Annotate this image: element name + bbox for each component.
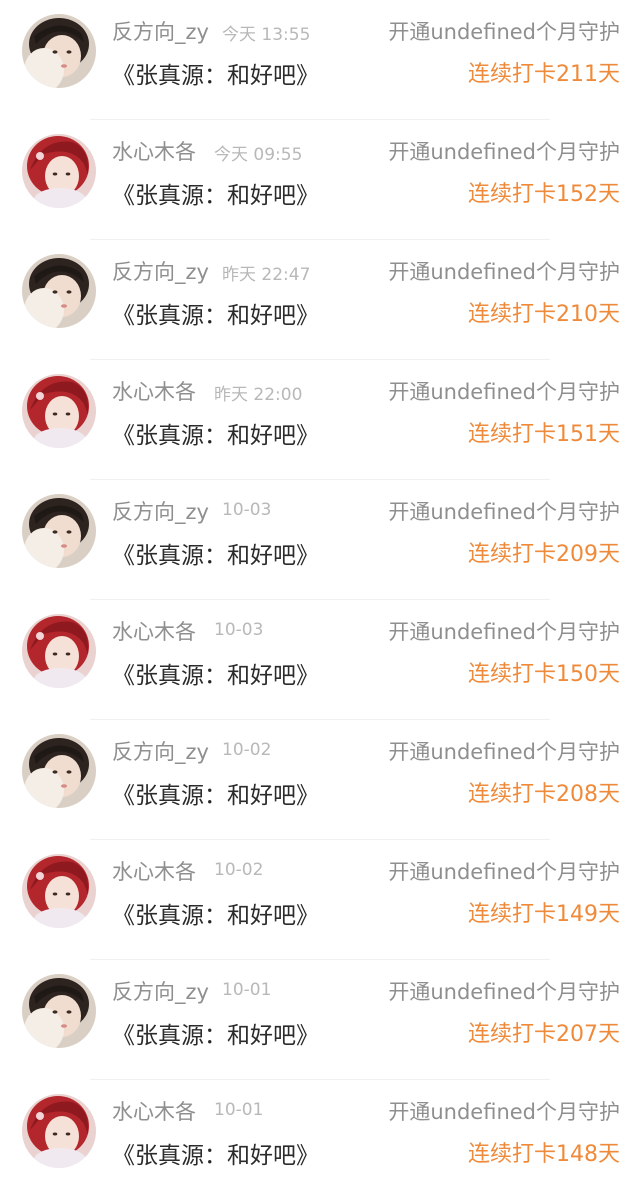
avatar[interactable]: [22, 494, 96, 568]
streak-badge: 连续打卡207天: [468, 1022, 620, 1047]
guard-action-text: 开通undefined个月守护: [388, 20, 620, 44]
avatar[interactable]: [22, 734, 96, 808]
timestamp: 10-02: [214, 860, 264, 880]
avatar[interactable]: [22, 254, 96, 328]
streak-badge: 连续打卡149天: [468, 902, 620, 927]
guard-action-text: 开通undefined个月守护: [388, 140, 620, 164]
list-item[interactable]: 水心木各 10-02 《张真源：和好吧》 开通undefined个月守护 连续打…: [0, 840, 640, 960]
timestamp: 10-03: [214, 620, 264, 640]
guard-action-text: 开通undefined个月守护: [388, 1100, 620, 1124]
timestamp: 10-02: [222, 740, 272, 760]
username[interactable]: 反方向_zy: [112, 976, 209, 1006]
list-item[interactable]: 反方向_zy 昨天 22:47 《张真源：和好吧》 开通undefined个月守…: [0, 240, 640, 360]
check-in-list: 反方向_zy 今天 13:55 《张真源：和好吧》 开通undefined个月守…: [0, 0, 640, 1200]
list-item[interactable]: 水心木各 10-01 《张真源：和好吧》 开通undefined个月守护 连续打…: [0, 1080, 640, 1200]
song-title: 《张真源：和好吧》: [112, 183, 319, 209]
song-title: 《张真源：和好吧》: [112, 63, 319, 89]
avatar[interactable]: [22, 14, 96, 88]
list-item[interactable]: 水心木各 今天 09:55 《张真源：和好吧》 开通undefined个月守护 …: [0, 120, 640, 240]
username[interactable]: 水心木各: [112, 856, 196, 886]
guard-action-text: 开通undefined个月守护: [388, 860, 620, 884]
timestamp: 今天 09:55: [214, 145, 303, 165]
timestamp: 昨天 22:00: [214, 385, 303, 405]
streak-badge: 连续打卡210天: [468, 302, 620, 327]
song-title: 《张真源：和好吧》: [112, 663, 319, 689]
song-title: 《张真源：和好吧》: [112, 543, 319, 569]
guard-action-text: 开通undefined个月守护: [388, 620, 620, 644]
username[interactable]: 水心木各: [112, 616, 196, 646]
streak-badge: 连续打卡151天: [468, 422, 620, 447]
list-item[interactable]: 反方向_zy 10-02 《张真源：和好吧》 开通undefined个月守护 连…: [0, 720, 640, 840]
list-item[interactable]: 反方向_zy 10-01 《张真源：和好吧》 开通undefined个月守护 连…: [0, 960, 640, 1080]
list-item[interactable]: 反方向_zy 今天 13:55 《张真源：和好吧》 开通undefined个月守…: [0, 0, 640, 120]
username[interactable]: 反方向_zy: [112, 496, 209, 526]
timestamp: 10-01: [222, 980, 272, 1000]
timestamp: 今天 13:55: [222, 25, 311, 45]
username[interactable]: 水心木各: [112, 1096, 196, 1126]
avatar[interactable]: [22, 374, 96, 448]
song-title: 《张真源：和好吧》: [112, 1143, 319, 1169]
list-item[interactable]: 反方向_zy 10-03 《张真源：和好吧》 开通undefined个月守护 连…: [0, 480, 640, 600]
song-title: 《张真源：和好吧》: [112, 783, 319, 809]
timestamp: 10-01: [214, 1100, 264, 1120]
list-item[interactable]: 水心木各 昨天 22:00 《张真源：和好吧》 开通undefined个月守护 …: [0, 360, 640, 480]
song-title: 《张真源：和好吧》: [112, 903, 319, 929]
list-item[interactable]: 水心木各 10-03 《张真源：和好吧》 开通undefined个月守护 连续打…: [0, 600, 640, 720]
song-title: 《张真源：和好吧》: [112, 1023, 319, 1049]
username[interactable]: 反方向_zy: [112, 16, 209, 46]
streak-badge: 连续打卡148天: [468, 1142, 620, 1167]
streak-badge: 连续打卡211天: [468, 62, 620, 87]
timestamp: 10-03: [222, 500, 272, 520]
timestamp: 昨天 22:47: [222, 265, 311, 285]
username[interactable]: 反方向_zy: [112, 256, 209, 286]
guard-action-text: 开通undefined个月守护: [388, 740, 620, 764]
streak-badge: 连续打卡152天: [468, 182, 620, 207]
song-title: 《张真源：和好吧》: [112, 423, 319, 449]
username[interactable]: 水心木各: [112, 136, 196, 166]
streak-badge: 连续打卡208天: [468, 782, 620, 807]
avatar[interactable]: [22, 1094, 96, 1168]
guard-action-text: 开通undefined个月守护: [388, 380, 620, 404]
avatar[interactable]: [22, 854, 96, 928]
avatar[interactable]: [22, 974, 96, 1048]
streak-badge: 连续打卡150天: [468, 662, 620, 687]
guard-action-text: 开通undefined个月守护: [388, 980, 620, 1004]
guard-action-text: 开通undefined个月守护: [388, 260, 620, 284]
song-title: 《张真源：和好吧》: [112, 303, 319, 329]
avatar[interactable]: [22, 614, 96, 688]
username[interactable]: 水心木各: [112, 376, 196, 406]
username[interactable]: 反方向_zy: [112, 736, 209, 766]
avatar[interactable]: [22, 134, 96, 208]
guard-action-text: 开通undefined个月守护: [388, 500, 620, 524]
streak-badge: 连续打卡209天: [468, 542, 620, 567]
